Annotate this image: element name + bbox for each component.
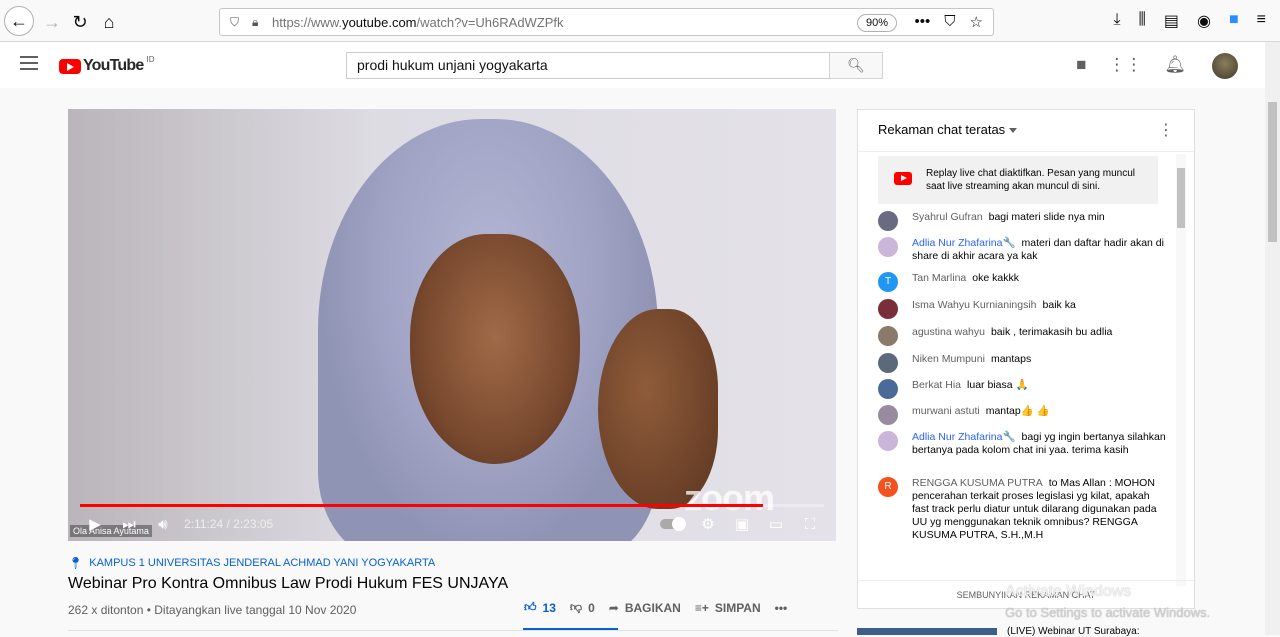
location-pin-icon: 📍︎ [68, 556, 84, 570]
video-title: Webinar Pro Kontra Omnibus Law Prodi Huk… [68, 575, 509, 592]
player-controls: ▶ ⏭︎ 🔊︎ 2:11:24 / 2:23:05 ⚙ ▣ ▭ ⛶ [68, 507, 836, 541]
avatar: T [878, 272, 898, 292]
autoplay-toggle[interactable] [660, 517, 686, 531]
theater-mode-icon[interactable]: ▭ [765, 513, 787, 535]
chat-message: Niken Mumpuni mantaps [878, 353, 1168, 379]
video-thumbnail [857, 628, 997, 635]
avatar [878, 353, 898, 373]
bookmark-star-icon[interactable]: ☆ [970, 13, 983, 31]
shield-icon[interactable]: ⛉ [230, 15, 239, 30]
chat-replay-panel: Rekaman chat teratas ⋮ Replay live chat … [857, 109, 1195, 609]
avatar [878, 237, 898, 257]
zoom-level[interactable]: 90% [856, 14, 897, 32]
more-horizontal-icon: ••• [774, 600, 788, 615]
chat-message: Syahrul Gufran bagi materi slide nya min [878, 211, 1168, 237]
apps-grid-icon[interactable]: ⋮⋮ [1108, 55, 1142, 75]
chat-replay-banner: Replay live chat diaktifkan. Pesan yang … [878, 156, 1158, 204]
location-link[interactable]: 📍︎ KAMPUS 1 UNIVERSITAS JENDERAL ACHMAD … [68, 556, 838, 570]
play-icon[interactable]: ▶ [84, 513, 106, 535]
chat-message-list: Syahrul Gufran bagi materi slide nya min … [878, 211, 1168, 542]
browser-toolbar: ← → ↻ ⌂ ⛉ 🔒︎ https://www.youtube.com/wat… [0, 0, 1280, 42]
next-video-item[interactable]: (LIVE) Webinar UT Surabaya: [857, 626, 1195, 637]
save-playlist-icon: ≡+ [694, 600, 709, 615]
chat-message: Adlia Nur Zhafarina🔧 materi dan daftar ha… [878, 237, 1168, 272]
chat-message: T Tan Marlina oke kakkk [878, 272, 1168, 299]
menu-icon[interactable]: ≡ [1257, 11, 1266, 31]
notifications-bell-icon[interactable]: 🔔︎ [1164, 55, 1186, 75]
search-input[interactable]: prodi hukum unjani yogyakarta [346, 52, 830, 79]
more-vertical-icon[interactable]: ⋮ [1158, 120, 1174, 140]
volume-icon[interactable]: 🔊︎ [152, 513, 174, 535]
chat-message: Berkat Hia luar biasa 🙏 [878, 379, 1168, 405]
zoom-extension-icon[interactable]: ■ [1229, 11, 1239, 31]
activate-windows-watermark: Activate Windows Go to Settings to activ… [1005, 583, 1211, 620]
settings-gear-icon[interactable]: ⚙ [697, 513, 719, 535]
avatar [878, 211, 898, 231]
view-stats: 262 x ditonton • Ditayangkan live tangga… [68, 603, 357, 617]
thumbs-down-icon: 👎︎ [569, 600, 583, 614]
like-button[interactable]: 👍︎ 13 [524, 600, 556, 615]
scrollbar-thumb[interactable] [1177, 168, 1185, 228]
search-icon: 🔍︎ [847, 57, 865, 73]
lock-icon[interactable]: 🔒︎ [252, 15, 258, 30]
create-video-icon[interactable]: ■ [1076, 55, 1086, 75]
avatar [878, 431, 898, 451]
sidebar-icon[interactable]: ▤ [1164, 11, 1179, 31]
fullscreen-icon[interactable]: ⛶ [799, 513, 821, 535]
chat-message: Isma Wahyu Kurnianingsih baik ka [878, 299, 1168, 326]
video-metadata: 📍︎ KAMPUS 1 UNIVERSITAS JENDERAL ACHMAD … [68, 556, 838, 631]
chat-message: R RENGGA KUSUMA PUTRA to Mas Allan : MOHO… [878, 477, 1168, 542]
thumbs-up-icon: 👍︎ [524, 600, 537, 614]
forward-arrow-icon[interactable]: → [38, 8, 66, 36]
download-icon[interactable]: ⤓ [1113, 11, 1120, 31]
youtube-play-icon [894, 172, 912, 185]
chat-message: agustina wahyu baik , terimakasih bu adli… [878, 326, 1168, 353]
address-bar[interactable]: ⛉ 🔒︎ https://www.youtube.com/watch?v=Uh6… [219, 8, 994, 36]
more-actions-button[interactable]: ••• [775, 601, 788, 615]
user-avatar[interactable] [1212, 53, 1238, 79]
avatar [878, 326, 898, 346]
back-arrow-icon[interactable]: ← [4, 6, 34, 36]
chat-scrollbar[interactable] [1176, 154, 1186, 586]
next-video-title: (LIVE) Webinar UT Surabaya: [1007, 626, 1140, 637]
chat-message: Adlia Nur Zhafarina🔧 bagi yg ingin bertan… [878, 431, 1168, 477]
avatar: R [878, 477, 898, 497]
divider [68, 630, 838, 631]
library-icon[interactable]: ⫼ [1139, 11, 1146, 31]
save-button[interactable]: ≡+ SIMPAN [695, 601, 761, 615]
share-button[interactable]: ➦ BAGIKAN [609, 601, 681, 615]
youtube-header: YouTube ID prodi hukum unjani yogyakarta… [0, 42, 1280, 88]
time-display: 2:11:24 / 2:23:05 [184, 517, 274, 531]
avatar [878, 405, 898, 425]
share-icon: ➦ [608, 600, 619, 615]
chat-message: murwani astuti mantap👍 👍 [878, 405, 1168, 431]
account-icon[interactable]: ◉ [1197, 11, 1211, 31]
hamburger-menu-icon[interactable] [20, 56, 38, 70]
video-player[interactable]: zoom Ola Anisa Ayutama ▶ ⏭︎ 🔊︎ 2:11:24 /… [68, 109, 836, 541]
dislike-button[interactable]: 👎︎ 0 [570, 600, 595, 615]
chevron-down-icon [1009, 128, 1018, 134]
url-text: https://www.youtube.com/watch?v=Uh6RAdWZ… [272, 14, 564, 30]
page-scrollbar[interactable] [1265, 42, 1280, 635]
reload-icon[interactable]: ↻ [66, 8, 94, 36]
search-button[interactable]: 🔍︎ [829, 52, 883, 79]
page-actions-icon[interactable]: ••• [915, 13, 931, 31]
youtube-play-icon [59, 58, 81, 74]
miniplayer-icon[interactable]: ▣ [731, 513, 753, 535]
next-icon[interactable]: ⏭︎ [118, 513, 140, 535]
avatar [878, 379, 898, 399]
scrollbar-thumb[interactable] [1268, 102, 1277, 242]
chat-mode-dropdown[interactable]: Rekaman chat teratas [878, 122, 1018, 137]
home-icon[interactable]: ⌂ [95, 8, 123, 36]
youtube-logo[interactable]: YouTube ID [59, 55, 154, 75]
avatar [878, 299, 898, 319]
pocket-icon[interactable]: ⛉ [944, 13, 955, 31]
